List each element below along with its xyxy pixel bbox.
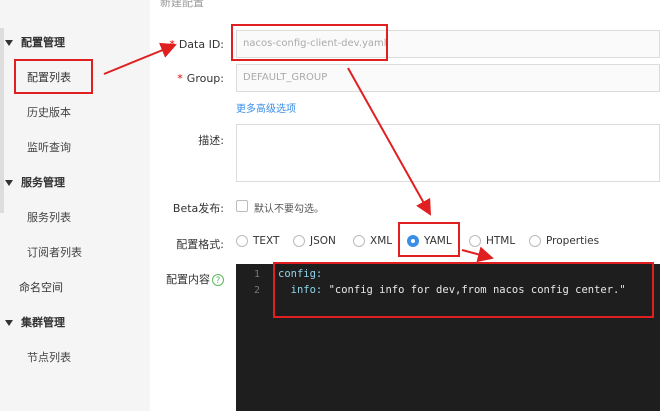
annotation-arrows (103, 42, 494, 263)
arrow-to-data-id-label (103, 42, 177, 75)
arrow-to-content (461, 246, 494, 263)
arrow-to-yaml (347, 67, 431, 216)
